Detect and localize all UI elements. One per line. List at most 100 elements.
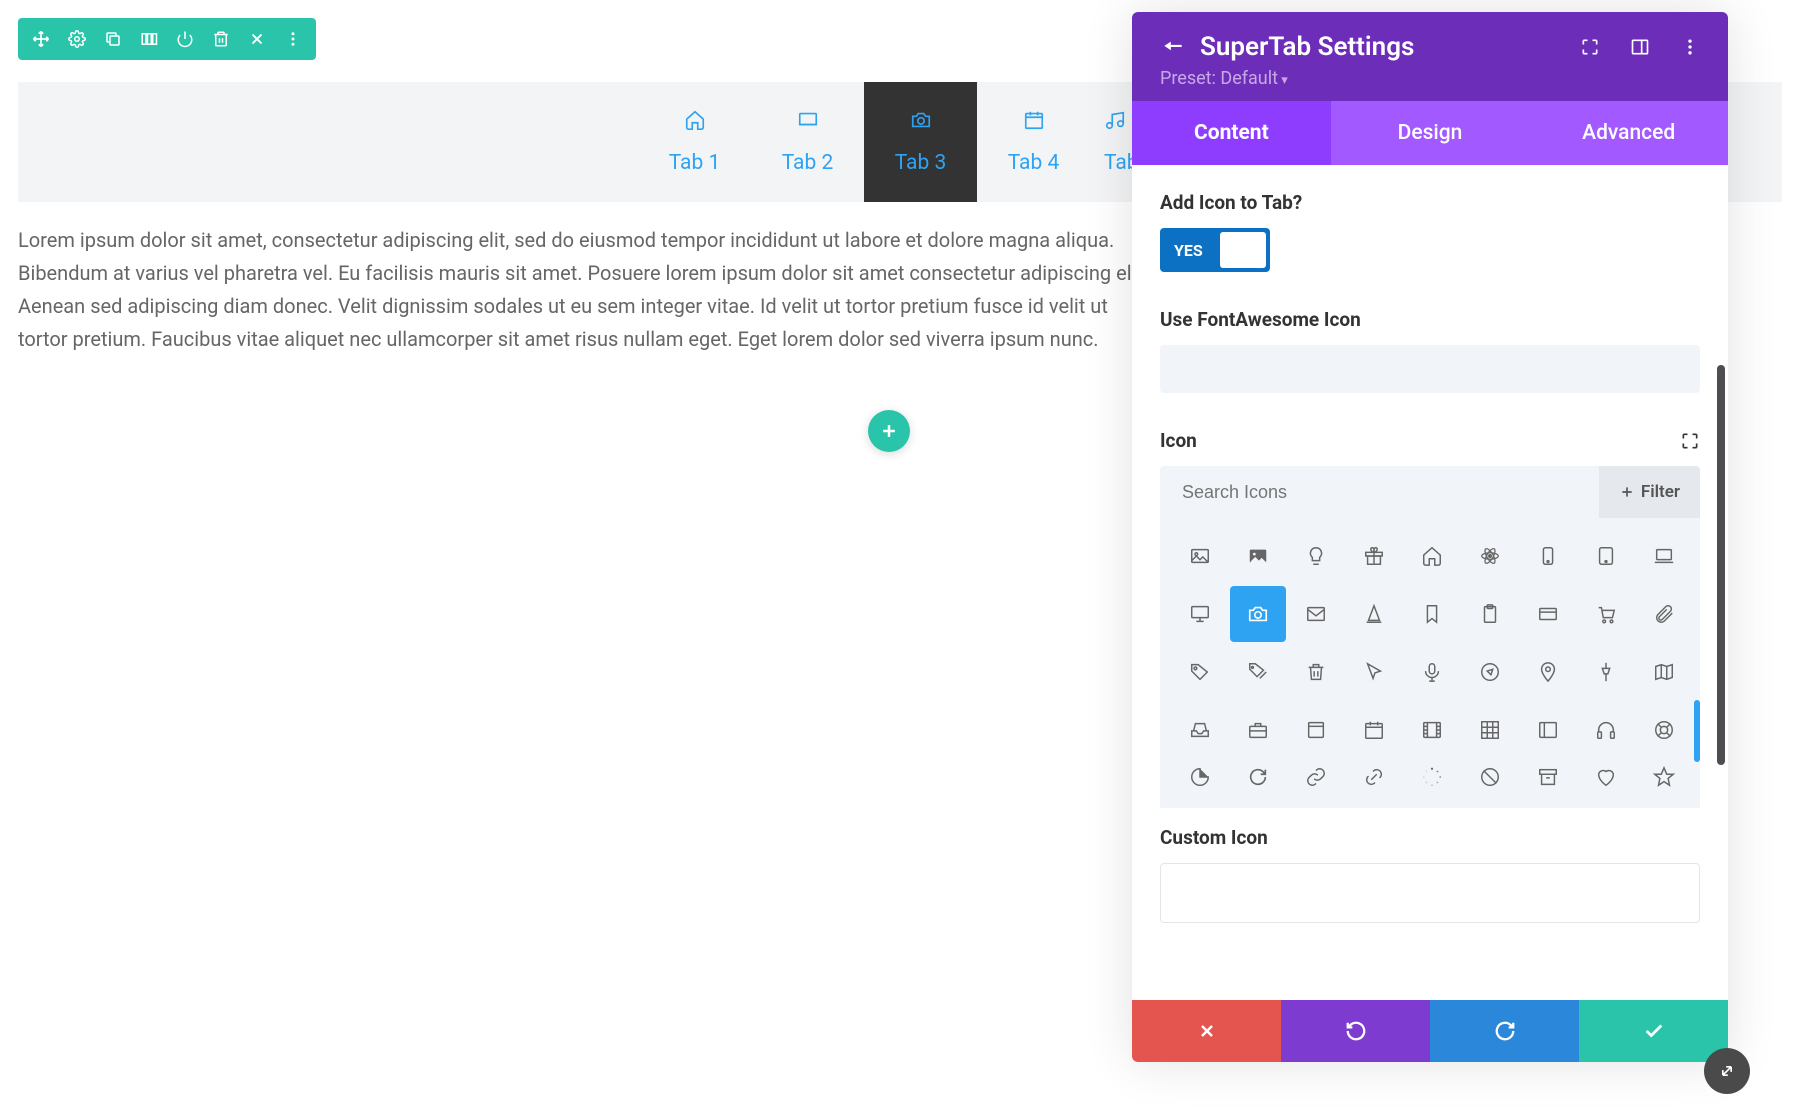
back-icon[interactable] [1160,34,1186,60]
icon-option-archive[interactable] [1520,760,1576,796]
content-text: Lorem ipsum dolor sit amet, consectetur … [18,224,1158,356]
icon-option-laptop[interactable] [1636,528,1692,584]
icon-expand-icon[interactable] [1680,431,1700,451]
delete-button[interactable] [204,22,238,56]
tab-3[interactable]: Tab 3 [864,82,977,202]
panel-header: SuperTab Settings Preset: Default [1132,12,1728,101]
icon-option-star[interactable] [1636,760,1692,796]
icon-option-pushpin[interactable] [1578,644,1634,700]
redo-button[interactable] [1430,1000,1579,1062]
filter-button[interactable]: Filter [1599,466,1700,518]
tab-label: Tab 2 [782,151,834,175]
icon-option-clipboard[interactable] [1462,586,1518,642]
add-module-button[interactable] [868,410,910,452]
custom-icon-label: Custom Icon [1160,826,1700,849]
add-icon-label: Add Icon to Tab? [1160,191,1700,214]
icon-option-picture-fill[interactable] [1230,528,1286,584]
display-icon [797,109,819,137]
icon-option-window[interactable] [1288,702,1344,758]
icon-option-atom[interactable] [1462,528,1518,584]
icon-section-label: Icon [1160,429,1197,452]
more-vertical-icon[interactable] [1680,37,1700,57]
close-button[interactable] [240,22,274,56]
icon-option-card[interactable] [1520,586,1576,642]
icon-option-bulb[interactable] [1288,528,1344,584]
tab-label: Tab 3 [895,151,947,175]
icon-grid [1160,518,1700,808]
icon-option-camera[interactable] [1230,586,1286,642]
icon-option-inbox[interactable] [1172,702,1228,758]
icon-option-cone[interactable] [1346,586,1402,642]
panel-body: Add Icon to Tab? YES Use FontAwesome Ico… [1132,165,1728,1000]
panel-title: SuperTab Settings [1200,32,1550,62]
tab-1[interactable]: Tab 1 [638,82,751,202]
fontawesome-input[interactable] [1160,345,1700,393]
icon-option-trash[interactable] [1288,644,1344,700]
columns-button[interactable] [132,22,166,56]
icon-option-piechart[interactable] [1172,760,1228,796]
fontawesome-label: Use FontAwesome Icon [1160,308,1700,331]
save-button[interactable] [1579,1000,1728,1062]
resize-handle[interactable] [1704,1048,1750,1094]
filter-label: Filter [1641,482,1680,502]
icon-option-compass[interactable] [1462,644,1518,700]
icon-option-map[interactable] [1636,644,1692,700]
dock-icon[interactable] [1630,37,1650,57]
home-icon [684,109,706,137]
power-button[interactable] [168,22,202,56]
icon-search-bar: Filter [1160,466,1700,518]
icon-option-briefcase[interactable] [1230,702,1286,758]
icon-option-film[interactable] [1404,702,1460,758]
tab-4[interactable]: Tab 4 [977,82,1090,202]
icon-option-gift[interactable] [1346,528,1402,584]
add-icon-toggle[interactable]: YES [1160,228,1270,272]
tab-label: Tab 4 [1008,151,1060,175]
icon-option-grid[interactable] [1462,702,1518,758]
icon-option-picture[interactable] [1172,528,1228,584]
move-button[interactable] [24,22,58,56]
icon-option-phone[interactable] [1520,528,1576,584]
cancel-button[interactable] [1132,1000,1281,1062]
icon-search-input[interactable] [1182,482,1599,503]
icon-option-spinner[interactable] [1404,760,1460,796]
panel-tabs: ContentDesignAdvanced [1132,101,1728,165]
settings-panel: SuperTab Settings Preset: Default Conten… [1132,12,1728,1062]
icon-option-cart[interactable] [1578,586,1634,642]
icon-option-link[interactable] [1288,760,1344,796]
preset-dropdown[interactable]: Preset: Default [1160,68,1700,89]
panel-tab-design[interactable]: Design [1331,101,1530,165]
icon-option-mic[interactable] [1404,644,1460,700]
custom-icon-upload[interactable] [1160,863,1700,923]
icon-option-tablet[interactable] [1578,528,1634,584]
toggle-yes-label: YES [1160,241,1203,260]
icon-option-paperclip[interactable] [1636,586,1692,642]
icon-option-tags[interactable] [1230,644,1286,700]
duplicate-button[interactable] [96,22,130,56]
panel-tab-content[interactable]: Content [1132,101,1331,165]
scrollbar-thumb[interactable] [1717,365,1725,765]
icon-option-link2[interactable] [1346,760,1402,796]
module-toolbar [18,18,316,60]
icon-option-bookmark[interactable] [1404,586,1460,642]
icon-option-home[interactable] [1404,528,1460,584]
icon-option-monitor[interactable] [1172,586,1228,642]
undo-button[interactable] [1281,1000,1430,1062]
expand-icon[interactable] [1580,37,1600,57]
icon-option-lifebuoy[interactable] [1636,702,1692,758]
icon-option-tag[interactable] [1172,644,1228,700]
icon-option-calendar[interactable] [1346,702,1402,758]
settings-button[interactable] [60,22,94,56]
icon-option-pin[interactable] [1520,644,1576,700]
tab-2[interactable]: Tab 2 [751,82,864,202]
icon-grid-scroll-thumb[interactable] [1694,700,1700,762]
icon-option-headphones[interactable] [1578,702,1634,758]
icon-option-panel[interactable] [1520,702,1576,758]
icon-option-mail[interactable] [1288,586,1344,642]
panel-tab-advanced[interactable]: Advanced [1529,101,1728,165]
icon-option-refresh[interactable] [1230,760,1286,796]
icon-option-heart[interactable] [1578,760,1634,796]
icon-option-cursor[interactable] [1346,644,1402,700]
icon-option-ban[interactable] [1462,760,1518,796]
more-button[interactable] [276,22,310,56]
music-icon [1104,109,1126,137]
